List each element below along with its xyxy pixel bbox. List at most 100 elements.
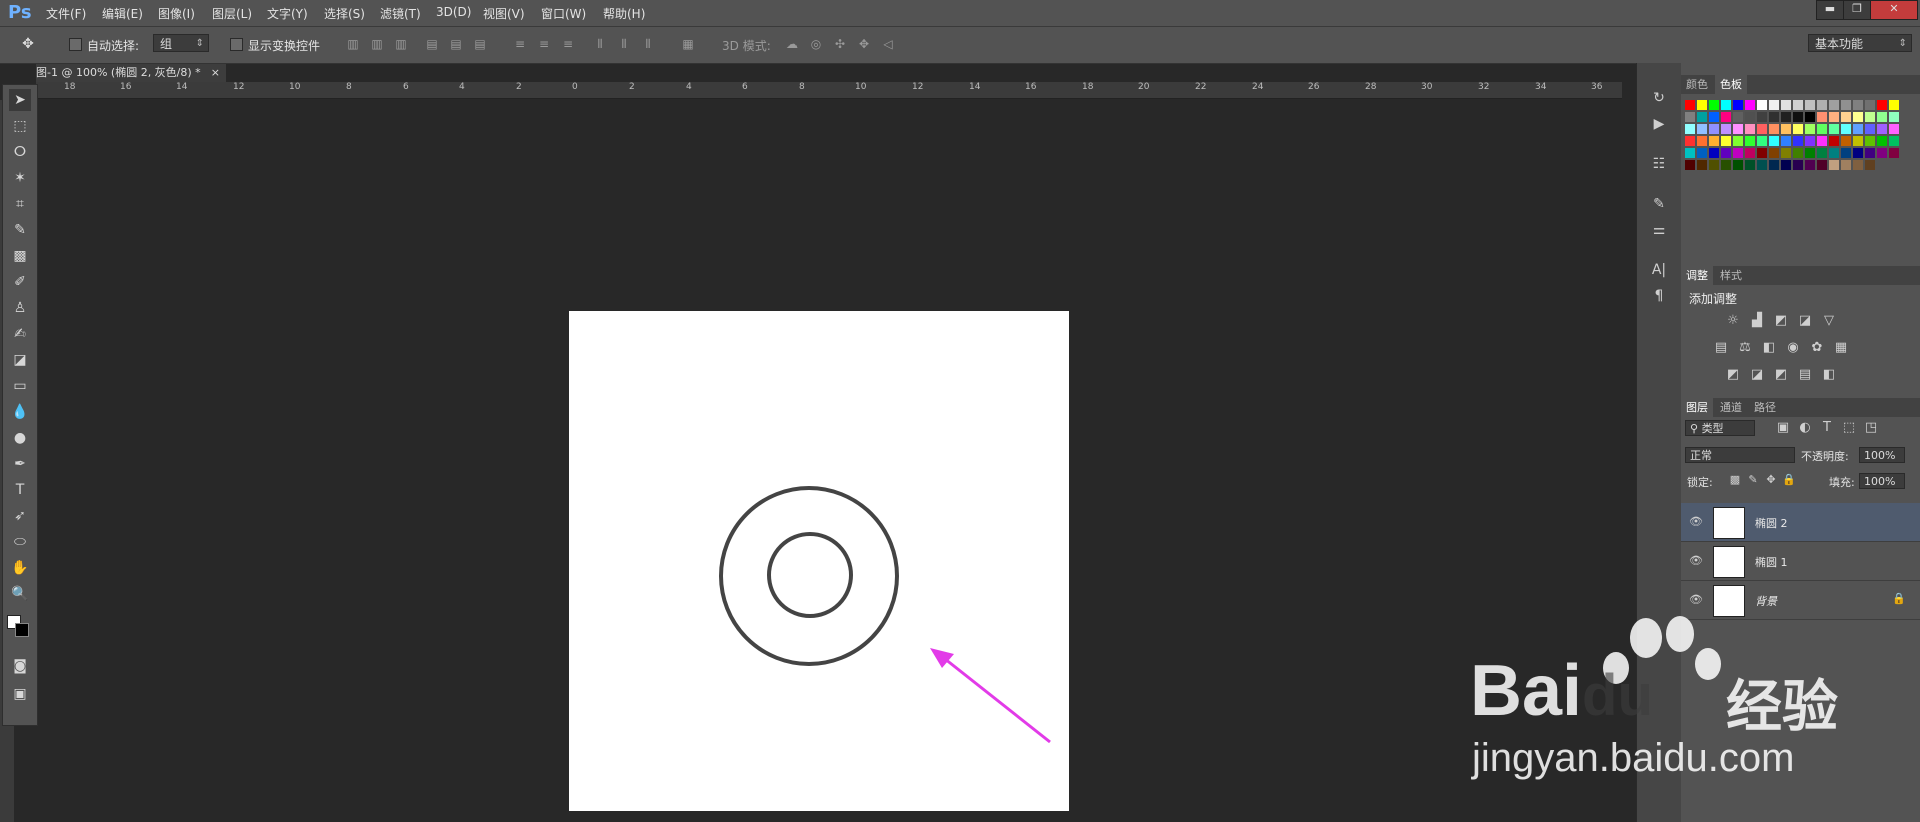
distribute-left-icon[interactable]: ⫴	[592, 36, 608, 52]
color-swatch[interactable]	[1889, 112, 1899, 122]
color-swatch[interactable]	[1781, 112, 1791, 122]
align-vcenter-icon[interactable]: ▥	[369, 36, 385, 52]
distribute-bottom-icon[interactable]: ≡	[560, 36, 576, 52]
history-panel-icon[interactable]: ↻	[1647, 87, 1671, 109]
color-swatch[interactable]	[1769, 136, 1779, 146]
color-swatch[interactable]	[1841, 100, 1851, 110]
color-swatch[interactable]	[1685, 124, 1695, 134]
auto-align-icon[interactable]: ▦	[680, 36, 696, 52]
color-swatch[interactable]	[1817, 148, 1827, 158]
brush-panel-icon[interactable]: ✎	[1647, 193, 1671, 215]
vibrance-icon[interactable]: ▽	[1821, 313, 1837, 329]
color-swatch[interactable]	[1697, 124, 1707, 134]
color-swatch[interactable]	[1757, 148, 1767, 158]
opacity-input[interactable]: 100%	[1859, 447, 1905, 463]
tab-color[interactable]: 颜色	[1681, 75, 1713, 94]
filter-smart-icon[interactable]: ◳	[1863, 420, 1879, 436]
color-swatch[interactable]	[1877, 124, 1887, 134]
color-swatch[interactable]	[1889, 124, 1899, 134]
color-swatch[interactable]	[1805, 148, 1815, 158]
color-swatch[interactable]	[1721, 136, 1731, 146]
magic-wand-tool-icon[interactable]: ✶	[9, 167, 31, 189]
scale-3d-icon[interactable]: ◁	[880, 36, 896, 52]
color-swatch[interactable]	[1709, 124, 1719, 134]
color-swatch[interactable]	[1745, 100, 1755, 110]
color-swatch[interactable]	[1745, 148, 1755, 158]
black-white-icon[interactable]: ◧	[1761, 340, 1777, 356]
crop-tool-icon[interactable]: ⌗	[9, 193, 31, 215]
menu-3d[interactable]: 3D(D)	[436, 5, 471, 19]
color-swatch[interactable]	[1853, 136, 1863, 146]
restore-button[interactable]: ❐	[1843, 0, 1871, 20]
color-swatch[interactable]	[1877, 148, 1887, 158]
color-lookup-icon[interactable]: ▦	[1833, 340, 1849, 356]
auto-select-checkbox[interactable]	[69, 38, 82, 51]
type-tool-icon[interactable]: T	[9, 479, 31, 501]
color-swatch[interactable]	[1889, 136, 1899, 146]
gradient-map-icon[interactable]: ▤	[1797, 367, 1813, 383]
color-swatch[interactable]	[1853, 112, 1863, 122]
color-swatch[interactable]	[1841, 112, 1851, 122]
color-swatch[interactable]	[1829, 136, 1839, 146]
color-swatch[interactable]	[1733, 148, 1743, 158]
visibility-eye-icon[interactable]: 👁	[1689, 593, 1703, 606]
move-tool-preset-icon[interactable]: ✥	[20, 36, 36, 52]
filter-adjustment-icon[interactable]: ◐	[1797, 420, 1813, 436]
distribute-top-icon[interactable]: ≡	[512, 36, 528, 52]
color-swatch[interactable]	[1769, 100, 1779, 110]
distribute-hcenter-icon[interactable]: ⫴	[616, 36, 632, 52]
menu-file[interactable]: 文件(F)	[46, 5, 86, 22]
color-swatch[interactable]	[1829, 100, 1839, 110]
swatch-grid[interactable]	[1681, 94, 1920, 244]
color-swatch[interactable]	[1685, 100, 1695, 110]
lasso-tool-icon[interactable]: ⵔ	[9, 141, 31, 163]
color-swatch[interactable]	[1853, 100, 1863, 110]
color-swatch[interactable]	[1757, 160, 1767, 170]
layer-filter-dropdown[interactable]: ⚲ 类型	[1685, 420, 1755, 436]
lock-position-icon[interactable]: ✥	[1763, 472, 1779, 488]
color-swatch[interactable]	[1685, 160, 1695, 170]
quick-mask-icon[interactable]: ◙	[9, 655, 31, 677]
align-right-icon[interactable]: ▤	[472, 36, 488, 52]
color-swatch[interactable]	[1697, 100, 1707, 110]
healing-brush-tool-icon[interactable]: ▩	[9, 245, 31, 267]
color-swatch[interactable]	[1829, 160, 1839, 170]
color-swatch[interactable]	[1817, 100, 1827, 110]
color-swatch[interactable]	[1877, 136, 1887, 146]
color-swatch[interactable]	[1709, 148, 1719, 158]
color-swatch[interactable]	[1805, 136, 1815, 146]
show-transform-checkbox[interactable]	[230, 38, 243, 51]
align-bottom-icon[interactable]: ▥	[393, 36, 409, 52]
dodge-tool-icon[interactable]: ●	[9, 427, 31, 449]
color-swatch[interactable]	[1685, 148, 1695, 158]
color-swatch[interactable]	[1781, 136, 1791, 146]
color-swatch[interactable]	[1685, 112, 1695, 122]
color-swatch[interactable]	[1865, 124, 1875, 134]
tab-paths[interactable]: 路径	[1749, 398, 1781, 417]
color-swatch[interactable]	[1709, 136, 1719, 146]
color-swatch[interactable]	[1721, 100, 1731, 110]
color-swatch[interactable]	[1685, 136, 1695, 146]
filter-type-icon[interactable]: T	[1819, 420, 1835, 436]
filter-pixel-icon[interactable]: ▣	[1775, 420, 1791, 436]
document-tab[interactable]: 图-1 @ 100% (椭圆 2, 灰色/8) * ×	[36, 64, 226, 82]
color-swatch[interactable]	[1805, 112, 1815, 122]
color-swatch[interactable]	[1793, 136, 1803, 146]
color-swatch[interactable]	[1757, 112, 1767, 122]
actions-panel-icon[interactable]: ▶	[1647, 113, 1671, 135]
color-swatch[interactable]	[1889, 100, 1899, 110]
path-selection-tool-icon[interactable]: ➶	[9, 505, 31, 527]
color-swatch[interactable]	[1745, 124, 1755, 134]
color-swatch[interactable]	[1745, 136, 1755, 146]
exposure-icon[interactable]: ◪	[1797, 313, 1813, 329]
align-left-icon[interactable]: ▤	[424, 36, 440, 52]
distribute-right-icon[interactable]: ⫴	[640, 36, 656, 52]
character-panel-icon[interactable]: A|	[1647, 259, 1671, 281]
menu-layer[interactable]: 图层(L)	[212, 5, 252, 22]
curves-icon[interactable]: ◩	[1773, 313, 1789, 329]
lock-transparent-icon[interactable]: ▩	[1727, 472, 1743, 488]
color-swatch[interactable]	[1697, 136, 1707, 146]
auto-select-dropdown[interactable]: 组	[153, 34, 209, 53]
menu-help[interactable]: 帮助(H)	[603, 5, 645, 22]
lock-all-icon[interactable]: 🔒	[1781, 472, 1797, 488]
